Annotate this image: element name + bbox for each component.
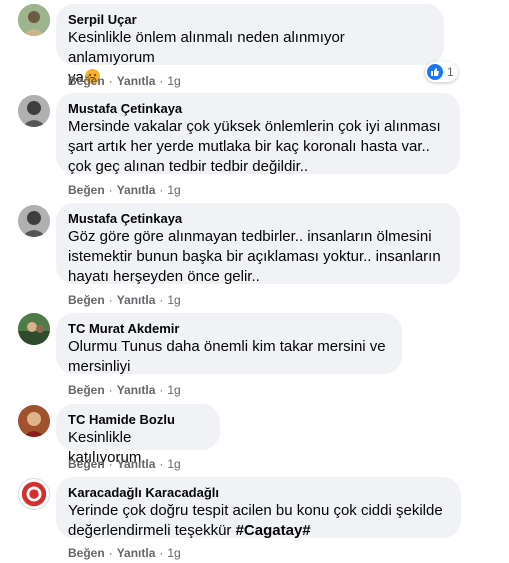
like-button[interactable]: Beğen: [68, 546, 105, 560]
comment-author[interactable]: Karacadağlı Karacadağlı: [68, 484, 449, 501]
comment-author[interactable]: Serpil Uçar: [68, 11, 432, 28]
timestamp[interactable]: 1g: [167, 383, 180, 397]
reply-button[interactable]: Yanıtla: [117, 546, 156, 560]
comment-actions: Beğen · Yanıtla · 1g: [68, 383, 181, 397]
comment-bubble: Serpil Uçar Kesinlikle önlem alınmalı ne…: [56, 4, 444, 86]
avatar[interactable]: [18, 95, 50, 127]
like-button[interactable]: Beğen: [68, 183, 105, 197]
comment-actions: Beğen · Yanıtla · 1g: [68, 74, 181, 88]
like-button[interactable]: Beğen: [68, 457, 105, 471]
comment-actions: Beğen · Yanıtla · 1g: [68, 183, 181, 197]
reply-button[interactable]: Yanıtla: [117, 383, 156, 397]
reply-button[interactable]: Yanıtla: [117, 457, 156, 471]
avatar[interactable]: [18, 313, 50, 345]
comment-author[interactable]: TC Murat Akdemir: [68, 320, 390, 337]
avatar[interactable]: [18, 478, 50, 510]
avatar[interactable]: [18, 205, 50, 237]
comment-bubble: Mustafa Çetinkaya Göz göre göre alınmaya…: [56, 203, 460, 285]
reply-button[interactable]: Yanıtla: [117, 293, 156, 307]
comment-bubble: TC Murat Akdemir Olurmu Tunus daha öneml…: [56, 313, 402, 375]
comment-text: Olurmu Tunus daha önemli kim takar mersi…: [68, 338, 386, 375]
like-button[interactable]: Beğen: [68, 383, 105, 397]
comment-text: Göz göre göre alınmayan tedbirler.. insa…: [68, 228, 441, 285]
timestamp[interactable]: 1g: [167, 183, 180, 197]
comment-author[interactable]: Mustafa Çetinkaya: [68, 210, 448, 227]
avatar[interactable]: [18, 4, 50, 36]
reaction-count[interactable]: 1: [425, 62, 458, 82]
reply-button[interactable]: Yanıtla: [117, 183, 156, 197]
like-button[interactable]: Beğen: [68, 74, 105, 88]
timestamp[interactable]: 1g: [167, 293, 180, 307]
comment-author[interactable]: TC Hamide Bozlu: [68, 411, 208, 428]
comment-actions: Beğen · Yanıtla · 1g: [68, 546, 181, 560]
comment-author[interactable]: Mustafa Çetinkaya: [68, 100, 448, 117]
comment-bubble: TC Hamide Bozlu Kesinlikle katılıyorum: [56, 404, 220, 466]
comment-bubble: Karacadağlı Karacadağlı Yerinde çok doğr…: [56, 477, 461, 539]
comment-actions: Beğen · Yanıtla · 1g: [68, 293, 181, 307]
timestamp[interactable]: 1g: [167, 546, 180, 560]
timestamp[interactable]: 1g: [167, 457, 180, 471]
timestamp[interactable]: 1g: [167, 74, 180, 88]
like-icon: [427, 64, 443, 80]
reply-button[interactable]: Yanıtla: [117, 74, 156, 88]
comment-bubble: Mustafa Çetinkaya Mersinde vakalar çok y…: [56, 93, 460, 175]
like-button[interactable]: Beğen: [68, 293, 105, 307]
comment-text: Mersinde vakalar çok yüksek önlemlerin ç…: [68, 118, 441, 175]
comment-actions: Beğen · Yanıtla · 1g: [68, 457, 181, 471]
hashtag-link[interactable]: #Cagatay#: [236, 522, 311, 539]
comment-text: Yerinde çok doğru tespit acilen bu konu …: [68, 502, 443, 539]
avatar[interactable]: [18, 405, 50, 437]
